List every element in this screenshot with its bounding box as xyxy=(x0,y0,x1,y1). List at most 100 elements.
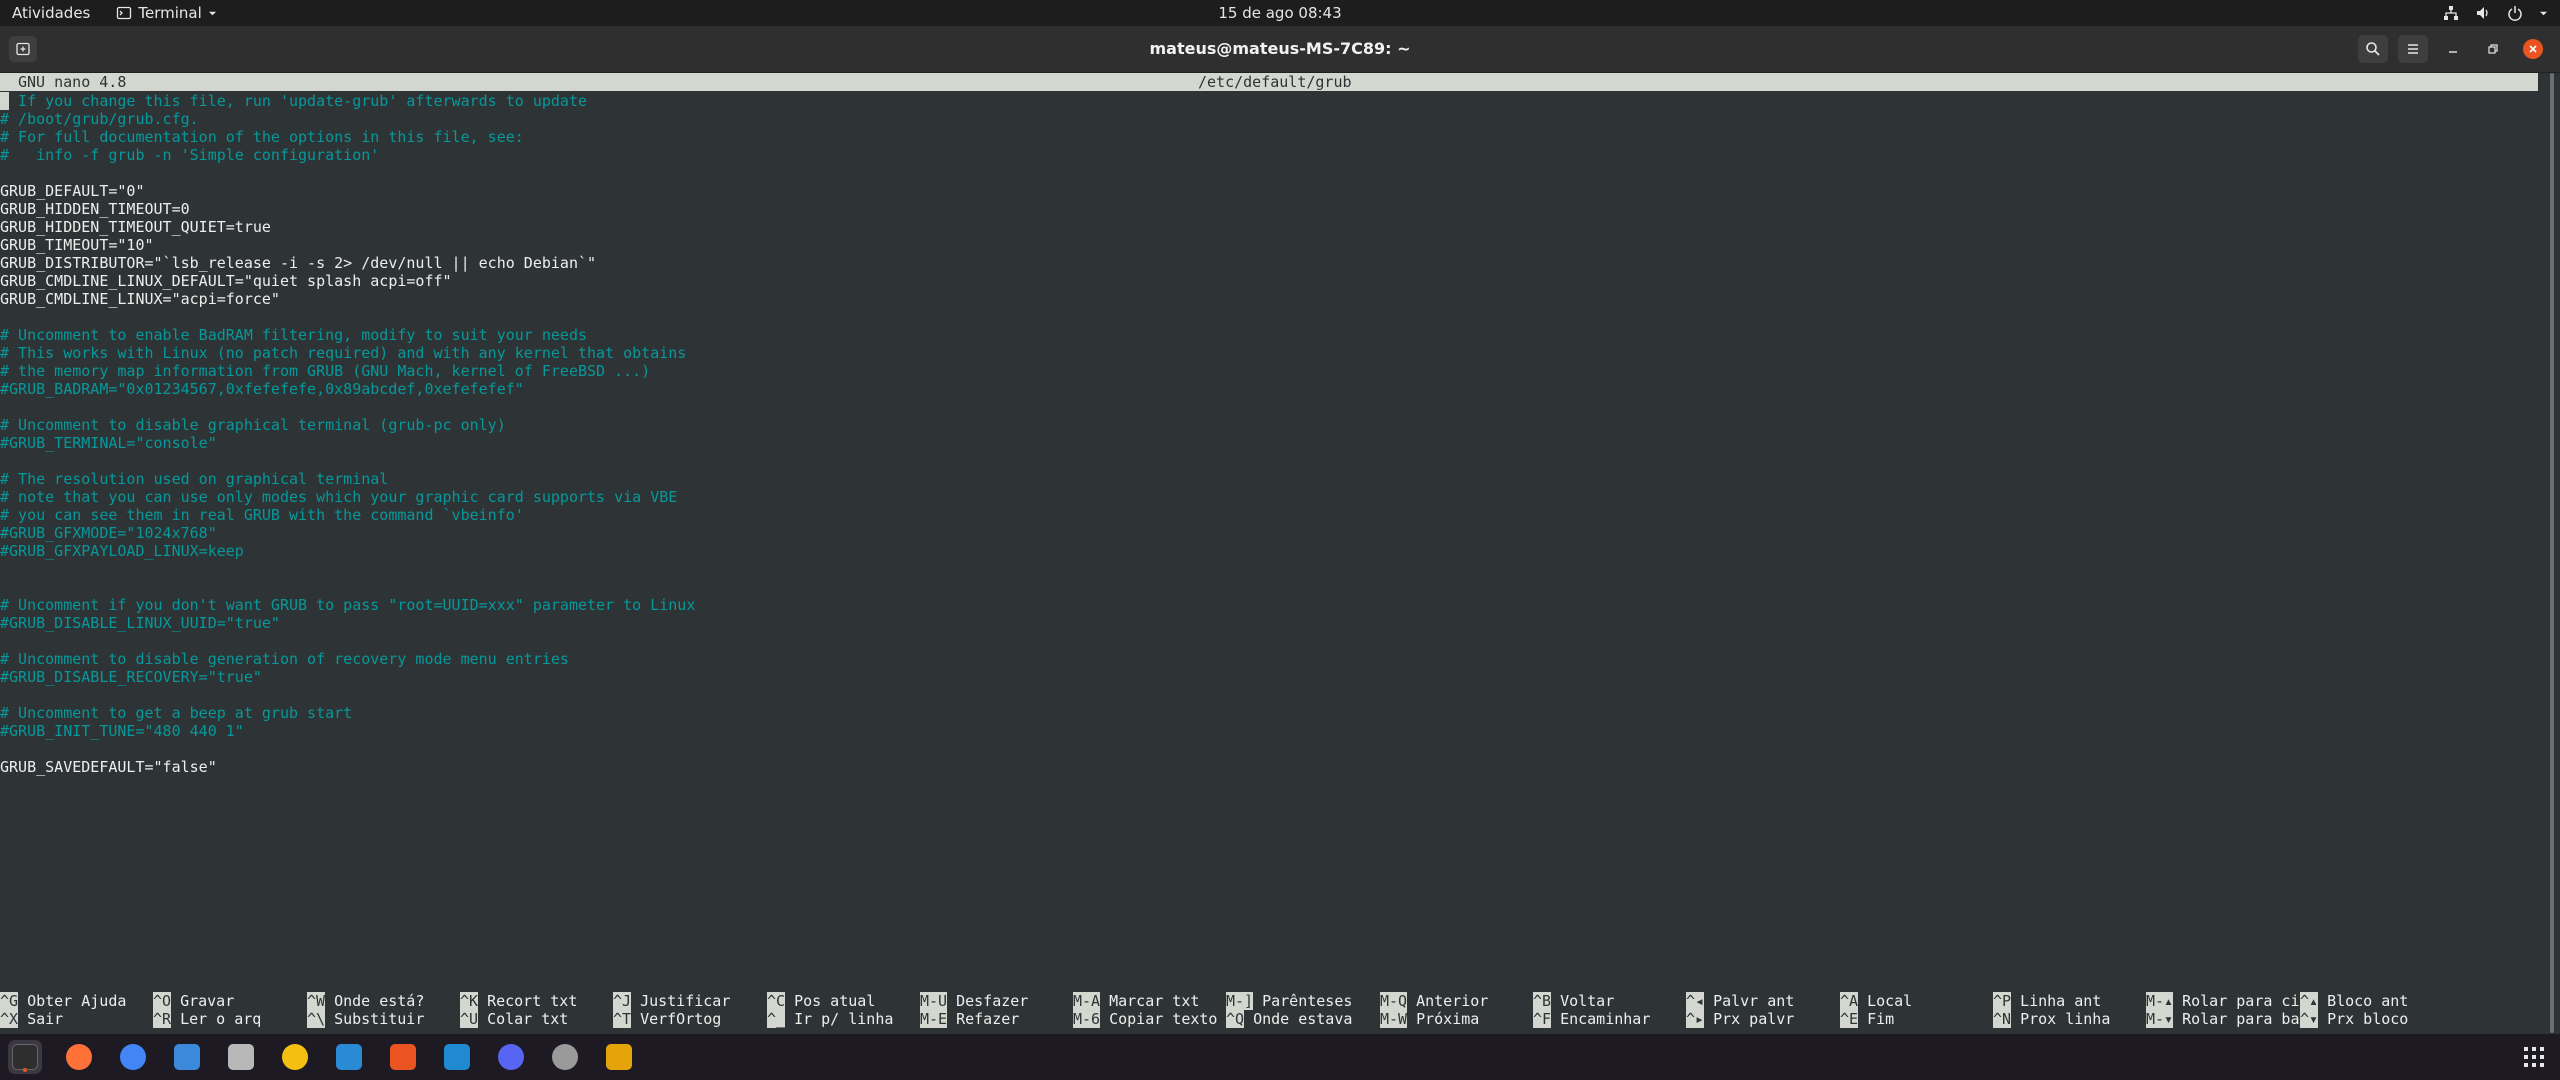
discord-icon[interactable] xyxy=(494,1040,528,1074)
shortcut-key: ^K xyxy=(460,992,479,1010)
minimize-icon xyxy=(2449,51,2457,53)
new-tab-icon xyxy=(16,42,30,56)
shortcut-item: ^_ Ir p/ linha xyxy=(767,1010,893,1028)
libreoffice-writer-icon[interactable] xyxy=(332,1040,366,1074)
scrollbar-thumb[interactable] xyxy=(2550,73,2554,1033)
scrollbar[interactable] xyxy=(2544,73,2560,1034)
new-tab-button[interactable] xyxy=(9,36,37,62)
shortcut-key: ^▾ xyxy=(2300,1010,2319,1028)
nano-shortcut-bar: ^G Obter Ajuda ^O Gravar ^W Onde está? ^K Recor… xyxy=(0,992,2540,1032)
app-menu[interactable]: Terminal xyxy=(116,4,216,22)
shortcut-key: ^C xyxy=(767,992,786,1010)
vscode-icon[interactable] xyxy=(440,1040,474,1074)
shortcut-label: Encaminhar xyxy=(1560,1010,1651,1028)
shortcut-item: M-U Desfazer xyxy=(920,992,1028,1010)
shortcut-item: ^U Colar txt xyxy=(460,1010,568,1028)
restore-icon xyxy=(2488,44,2498,54)
network-icon[interactable] xyxy=(2443,5,2459,21)
settings-icon[interactable] xyxy=(548,1040,582,1074)
clock[interactable]: 15 de ago 08:43 xyxy=(1218,4,1341,22)
shortcut-label: Pos atual xyxy=(794,992,876,1010)
terminal-small-icon xyxy=(117,6,132,20)
shortcut-label: Sair xyxy=(27,1010,64,1028)
shortcut-key: ^F xyxy=(1533,1010,1552,1028)
shortcut-key: ^\ xyxy=(307,1010,326,1028)
shortcut-label: Gravar xyxy=(180,992,235,1010)
shortcut-item: M-W Próxima xyxy=(1380,1010,1479,1028)
comment-line: #GRUB_DISABLE_RECOVERY="true" xyxy=(0,668,262,686)
shortcut-key: ^G xyxy=(0,992,19,1010)
shortcut-item: ^K Recort txt xyxy=(460,992,577,1010)
shortcut-item: ^▾ Prx bloco xyxy=(2300,1010,2408,1028)
shortcut-key: ^▸ xyxy=(1686,1010,1705,1028)
shortcut-label: Palvr ant xyxy=(1713,992,1795,1010)
shortcut-item: ^T VerfOrtog xyxy=(613,1010,721,1028)
shortcut-label: Obter Ajuda xyxy=(27,992,127,1010)
comment-line: # Uncomment to disable graphical termina… xyxy=(0,416,506,434)
shortcut-item: M-▾ Rolar para ba xyxy=(2146,1010,2300,1028)
software-center-glyph xyxy=(390,1044,416,1070)
maximize-button[interactable] xyxy=(2478,35,2508,63)
editor-buffer[interactable]: # If you change this file, run 'update-g… xyxy=(0,92,2540,776)
shortcut-label: Prx palvr xyxy=(1713,1010,1795,1028)
shortcut-key: M-▴ xyxy=(2146,992,2174,1010)
comment-line: # This works with Linux (no patch requir… xyxy=(0,344,687,362)
app-menu-label: Terminal xyxy=(138,4,202,22)
shortcut-item: ^◂ Palvr ant xyxy=(1686,992,1794,1010)
terminal-content[interactable]: GNU nano 4.8 /etc/default/grub # If you … xyxy=(0,73,2560,1034)
shortcut-item: ^G Obter Ajuda xyxy=(0,992,126,1010)
nano-title-bar: GNU nano 4.8 /etc/default/grub xyxy=(0,73,2538,91)
libreoffice-writer-glyph xyxy=(336,1044,362,1070)
thunderbird-icon[interactable] xyxy=(170,1040,204,1074)
comment-line: #GRUB_TERMINAL="console" xyxy=(0,434,217,452)
files-icon[interactable] xyxy=(224,1040,258,1074)
close-button[interactable] xyxy=(2518,35,2548,63)
volume-icon[interactable] xyxy=(2475,5,2491,21)
minimize-button[interactable] xyxy=(2438,35,2468,63)
terminal-icon[interactable] xyxy=(8,1040,42,1074)
search-button[interactable] xyxy=(2358,35,2388,63)
comment-line: #GRUB_GFXMODE="1024x768" xyxy=(0,524,217,542)
comment-line: # The resolution used on graphical termi… xyxy=(0,470,389,488)
settings-glyph xyxy=(552,1044,578,1070)
software-center-icon[interactable] xyxy=(386,1040,420,1074)
shortcut-key: M-A xyxy=(1073,992,1101,1010)
shortcut-key: M-E xyxy=(920,1010,948,1028)
rhythmbox-icon[interactable] xyxy=(278,1040,312,1074)
shortcut-key: M-Q xyxy=(1380,992,1408,1010)
window-title: mateus@mateus-MS-7C89: ~ xyxy=(1149,39,1411,58)
shortcut-item: ^X Sair xyxy=(0,1010,63,1028)
calculator-icon[interactable] xyxy=(602,1040,636,1074)
shortcut-item: ^P Linha ant xyxy=(1993,992,2101,1010)
shortcut-key: ^_ xyxy=(767,1010,786,1028)
shortcut-item: ^R Ler o arq xyxy=(153,1010,261,1028)
chrome-icon[interactable] xyxy=(116,1040,150,1074)
comment-line: #GRUB_INIT_TUNE="480 440 1" xyxy=(0,722,244,740)
shortcut-label: Fim xyxy=(1867,1010,1895,1028)
config-line: GRUB_CMDLINE_LINUX_DEFAULT="quiet splash… xyxy=(0,272,452,290)
firefox-icon[interactable] xyxy=(62,1040,96,1074)
shortcut-label: Parênteses xyxy=(1262,992,1353,1010)
shortcut-label: Marcar txt xyxy=(1109,992,1200,1010)
config-line: GRUB_HIDDEN_TIMEOUT=0 xyxy=(0,200,190,218)
shortcut-item: ^F Encaminhar xyxy=(1533,1010,1650,1028)
activities-button[interactable]: Atividades xyxy=(12,4,90,22)
shortcut-item: ^O Gravar xyxy=(153,992,234,1010)
search-icon xyxy=(2366,42,2380,56)
config-line: GRUB_TIMEOUT="10" xyxy=(0,236,154,254)
chevron-down-icon[interactable] xyxy=(2539,9,2548,18)
shortcut-key: M-] xyxy=(1226,992,1254,1010)
shortcut-key: ^▴ xyxy=(2300,992,2319,1010)
show-applications-icon[interactable] xyxy=(2522,1045,2546,1069)
shortcut-label: Próxima xyxy=(1416,1010,1480,1028)
files-glyph xyxy=(228,1044,254,1070)
menu-button[interactable] xyxy=(2398,35,2428,63)
power-icon[interactable] xyxy=(2507,5,2523,21)
shortcut-label: Refazer xyxy=(956,1010,1020,1028)
